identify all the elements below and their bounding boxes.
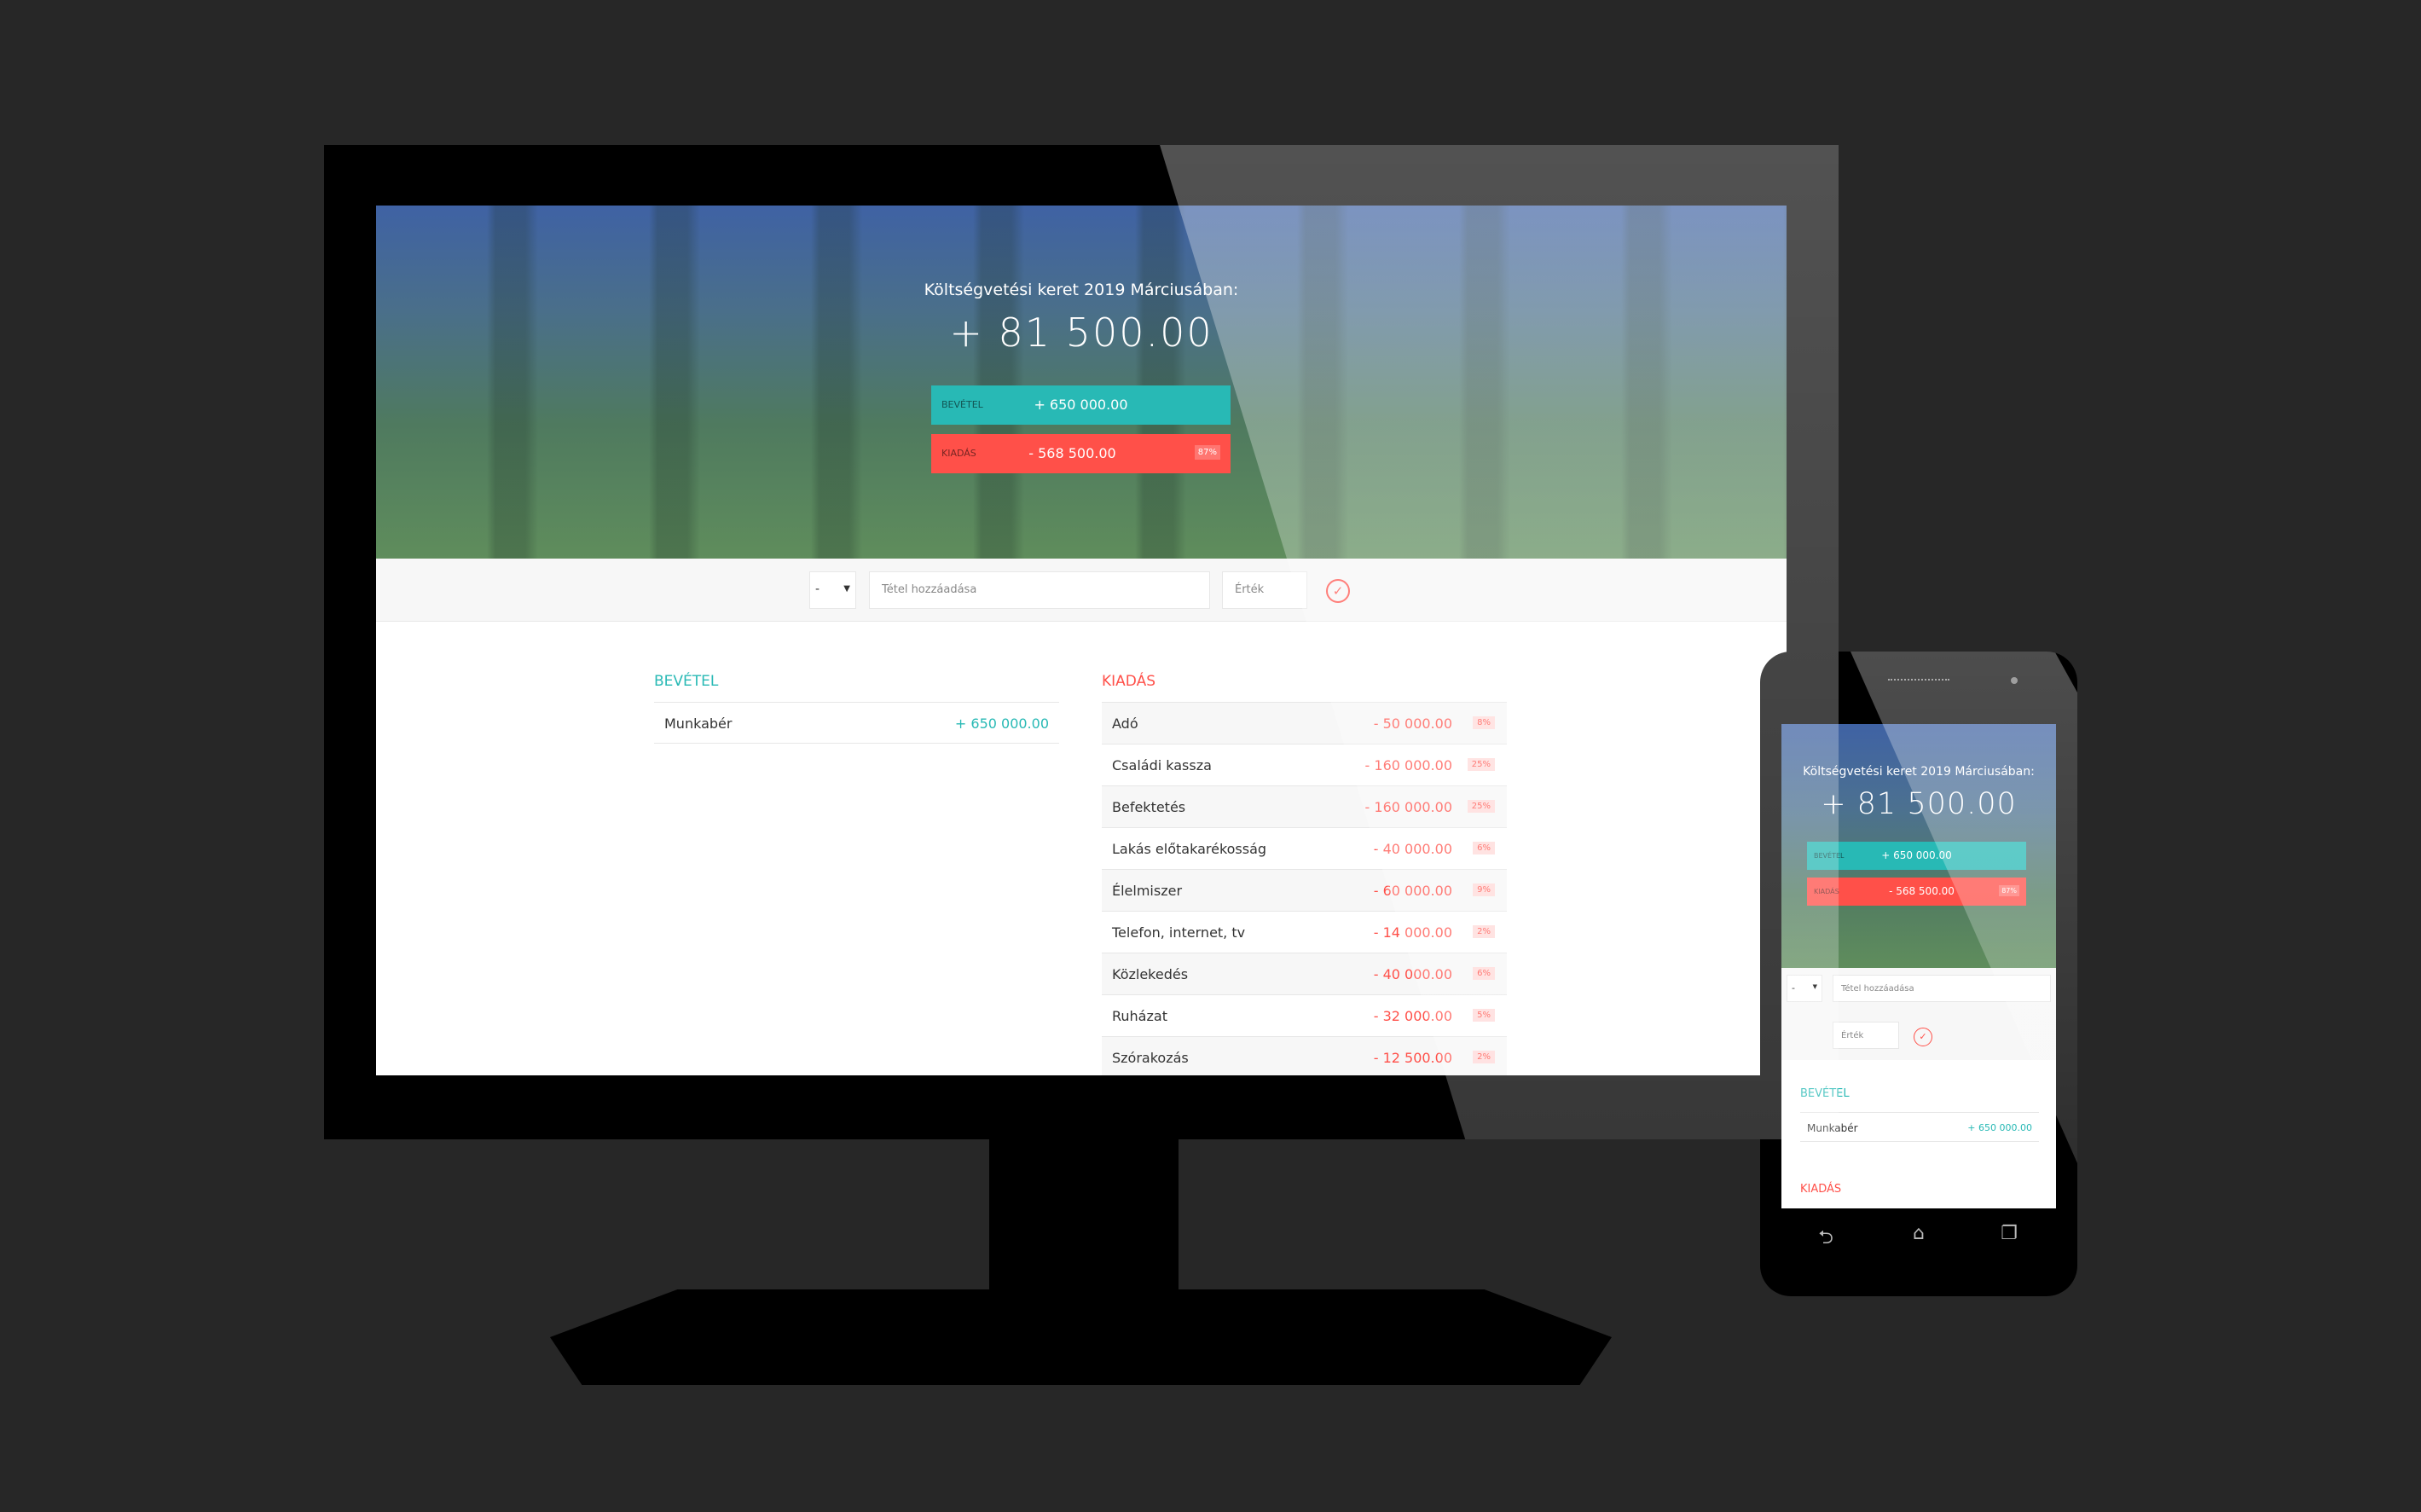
list-item[interactable]: Élelmiszer - 60 000.00 9% (1102, 869, 1507, 911)
checkmark-icon: ✓ (1332, 583, 1344, 599)
income-summary-value: + 650 000.00 (1034, 397, 1128, 413)
budget-title: Költségvetési keret 2019 Márciusában: (924, 281, 1239, 299)
list-item[interactable]: Közlekedés - 40 000.00 6% (1102, 953, 1507, 994)
checkmark-icon: ✓ (1919, 1031, 1927, 1042)
expense-percentage-badge: 87% (1194, 445, 1220, 460)
item-description: Befektetés (1112, 799, 1186, 815)
item-value: - 14 000.00 (1373, 924, 1452, 941)
mobile-income-summary: Bevétel + 650 000.00 (1807, 842, 2026, 870)
mobile-expense-list-title: Kiadás (1800, 1183, 1842, 1196)
chevron-down-icon: ▼ (1812, 983, 1817, 990)
budget-total: + 81 500.00 (949, 310, 1213, 356)
recent-apps-icon[interactable]: ❐ (1992, 1223, 2026, 1244)
item-percentage-badge: 8% (1473, 716, 1495, 729)
mobile-income-summary-value: + 650 000.00 (1881, 849, 1952, 861)
income-list: Bevétel Munkabér + 650 000.00 (654, 673, 1059, 744)
mobile-budget-header: Költségvetési keret 2019 Márciusában: + … (1781, 724, 2056, 968)
expense-list: Kiadás Adó - 50 000.00 8% Családi kassza - … (1102, 673, 1507, 1075)
item-percentage-badge: 25% (1467, 758, 1495, 771)
item-description: Családi kassza (1112, 757, 1212, 773)
type-select-value: - (815, 582, 820, 596)
expense-summary-value: - 568 500.00 (1028, 445, 1116, 461)
item-percentage-badge: 5% (1473, 1009, 1495, 1022)
item-value: - 32 000.00 (1373, 1008, 1452, 1024)
item-percentage-badge: 6% (1473, 967, 1495, 980)
monitor-stand-neck (989, 1139, 1179, 1301)
income-list-title: Bevétel (654, 673, 719, 690)
value-input[interactable]: Érték (1222, 571, 1307, 609)
item-percentage-badge: 2% (1473, 925, 1495, 938)
home-icon[interactable]: ⌂ (1902, 1223, 1936, 1244)
item-value: + 650 000.00 (954, 715, 1049, 732)
list-item[interactable]: Szórakozás - 12 500.00 2% (1102, 1036, 1507, 1075)
mobile-add-item-button[interactable]: ✓ (1914, 1028, 1932, 1046)
income-summary: Bevétel + 650 000.00 (931, 385, 1231, 425)
mobile-description-input[interactable]: Tétel hozzáadása (1833, 975, 2051, 1002)
item-percentage-badge: 25% (1467, 800, 1495, 813)
expense-list-title: Kiadás (1102, 673, 1156, 690)
list-item[interactable]: Ruházat - 32 000.00 5% (1102, 994, 1507, 1036)
item-value: - 60 000.00 (1373, 883, 1452, 899)
add-item-bar: - ▼ Tétel hozzáadása Érték ✓ (376, 559, 1787, 622)
item-percentage-badge: 2% (1473, 1051, 1495, 1063)
description-input[interactable]: Tétel hozzáadása (869, 571, 1210, 609)
mobile-budget-title: Költségvetési keret 2019 Márciusában: (1803, 765, 2035, 779)
list-item[interactable]: Befektetés - 160 000.00 25% (1102, 785, 1507, 827)
chevron-down-icon: ▼ (843, 584, 850, 594)
item-value: - 160 000.00 (1364, 799, 1452, 815)
monitor-stand-base (550, 1289, 1612, 1385)
phone-camera (2011, 677, 2018, 684)
item-value: - 50 000.00 (1373, 715, 1452, 732)
phone-nav-bar: ⮌ ⌂ ❐ (1781, 1216, 2056, 1259)
item-description: Telefon, internet, tv (1112, 924, 1246, 941)
back-icon[interactable]: ⮌ (1809, 1223, 1843, 1255)
item-value: - 12 500.00 (1373, 1050, 1452, 1066)
item-description: Közlekedés (1112, 966, 1189, 982)
item-percentage-badge: 6% (1473, 842, 1495, 854)
item-description: Munkabér (664, 715, 733, 732)
add-item-button[interactable]: ✓ (1326, 579, 1350, 603)
list-item[interactable]: Lakás előtakarékosság - 40 000.00 6% (1102, 827, 1507, 869)
list-item[interactable]: Adó - 50 000.00 8% (1102, 702, 1507, 744)
type-select[interactable]: - ▼ (809, 571, 856, 609)
mobile-value-input[interactable]: Érték (1833, 1022, 1899, 1049)
mobile-add-item-bar: - ▼ Tétel hozzáadása Érték ✓ (1781, 968, 2056, 1060)
item-description: Munkabér (1807, 1122, 1858, 1134)
item-description: Adó (1112, 715, 1138, 732)
mobile-list-item[interactable]: Munkabér + 650 000.00 (1800, 1112, 2039, 1142)
mobile-budget-total: + 81 500.00 (1821, 787, 2017, 821)
mobile-expense-percentage-badge: 87% (1999, 885, 2019, 896)
mobile-expense-summary: Kiadás - 568 500.00 87% (1807, 878, 2026, 906)
list-item[interactable]: Családi kassza - 160 000.00 25% (1102, 744, 1507, 785)
list-item[interactable]: Munkabér + 650 000.00 (654, 702, 1059, 744)
mobile-type-select-value: - (1792, 982, 1795, 994)
item-percentage-badge: 9% (1473, 883, 1495, 896)
mobile-income-list-title: Bevétel (1800, 1087, 1850, 1100)
item-description: Élelmiszer (1112, 883, 1183, 899)
list-item[interactable]: Telefon, internet, tv - 14 000.00 2% (1102, 911, 1507, 953)
expense-summary: Kiadás - 568 500.00 87% (931, 434, 1231, 473)
item-description: Ruházat (1112, 1008, 1167, 1024)
budget-header: Költségvetési keret 2019 Márciusában: + … (376, 206, 1787, 559)
desktop-screen: Költségvetési keret 2019 Márciusában: + … (376, 206, 1787, 1075)
item-description: Lakás előtakarékosság (1112, 841, 1267, 857)
item-value: - 160 000.00 (1364, 757, 1452, 773)
item-value: - 40 000.00 (1373, 966, 1452, 982)
item-value: + 650 000.00 (1967, 1122, 2032, 1133)
item-value: - 40 000.00 (1373, 841, 1452, 857)
phone-speaker (1888, 679, 1949, 684)
mobile-type-select[interactable]: - ▼ (1787, 975, 1822, 1002)
item-description: Szórakozás (1112, 1050, 1189, 1066)
